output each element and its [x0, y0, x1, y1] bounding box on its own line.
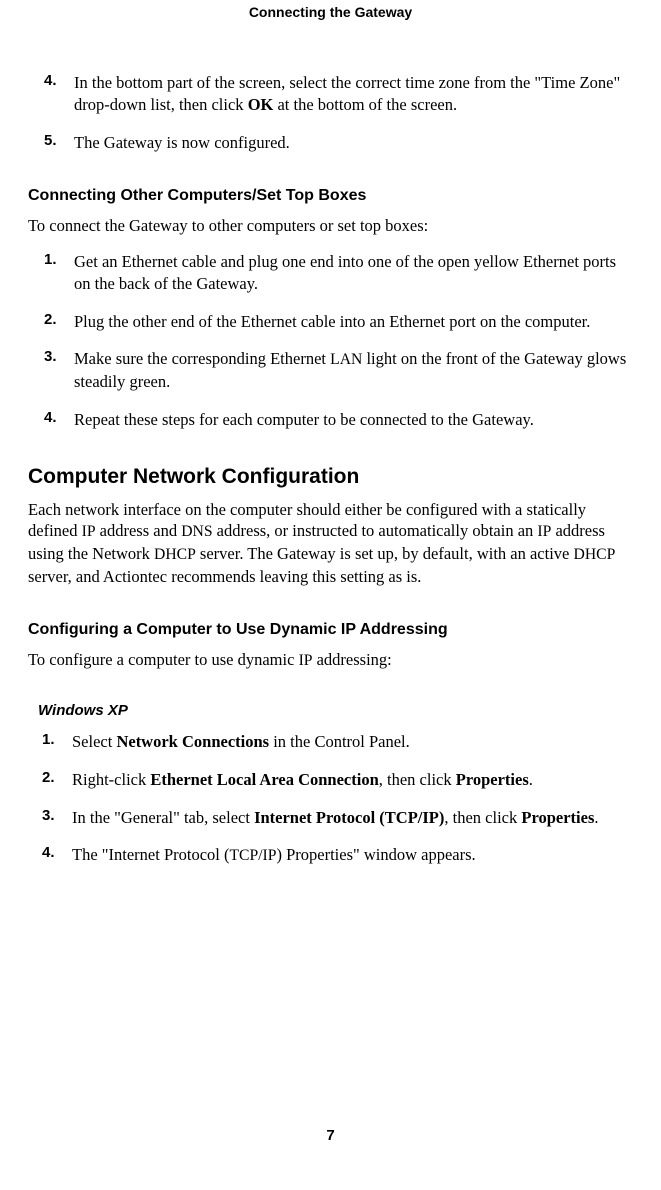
- list-item: 4. Repeat these steps for each computer …: [40, 409, 633, 431]
- section-heading-dynamic-ip: Configuring a Computer to Use Dynamic IP…: [28, 621, 633, 639]
- list-item: 2. Right-click Ethernet Local Area Conne…: [38, 769, 633, 791]
- step-text: Repeat these steps for each computer to …: [74, 409, 633, 431]
- list-item: 5. The Gateway is now configured.: [40, 132, 633, 154]
- winxp-steps-list: 1. Select Network Connections in the Con…: [28, 731, 633, 867]
- page-number: 7: [0, 1127, 661, 1144]
- step-number: 2.: [40, 311, 74, 333]
- step-number: 4.: [38, 844, 72, 867]
- step-number: 2.: [38, 769, 72, 791]
- step-number: 4.: [40, 72, 74, 116]
- step-text: The "Internet Protocol (TCP/IP) Properti…: [72, 844, 633, 867]
- list-item: 2. Plug the other end of the Ethernet ca…: [40, 311, 633, 333]
- list-item: 1. Select Network Connections in the Con…: [38, 731, 633, 753]
- section-heading-connecting-other: Connecting Other Computers/Set Top Boxes: [28, 187, 633, 205]
- list-item: 3. In the "General" tab, select Internet…: [38, 807, 633, 829]
- winxp-heading: Windows XP: [28, 702, 633, 719]
- top-steps-list: 4. In the bottom part of the screen, sel…: [28, 72, 633, 153]
- section-intro: To connect the Gateway to other computer…: [28, 215, 633, 237]
- step-number: 3.: [40, 348, 74, 392]
- step-number: 3.: [38, 807, 72, 829]
- list-item: 1. Get an Ethernet cable and plug one en…: [40, 251, 633, 295]
- main-heading-computer-network: Computer Network Configuration: [28, 465, 633, 489]
- list-item: 4. In the bottom part of the screen, sel…: [40, 72, 633, 116]
- step-text: Plug the other end of the Ethernet cable…: [74, 311, 633, 333]
- step-number: 5.: [40, 132, 74, 154]
- step-text: The Gateway is now configured.: [74, 132, 633, 154]
- section1-steps-list: 1. Get an Ethernet cable and plug one en…: [28, 251, 633, 431]
- page-header: Connecting the Gateway: [28, 0, 633, 72]
- step-number: 1.: [38, 731, 72, 753]
- step-text: Select Network Connections in the Contro…: [72, 731, 633, 753]
- main-paragraph: Each network interface on the computer s…: [28, 499, 633, 588]
- step-text: Make sure the corresponding Ethernet LAN…: [74, 348, 633, 392]
- step-text: Get an Ethernet cable and plug one end i…: [74, 251, 633, 295]
- step-text: In the "General" tab, select Internet Pr…: [72, 807, 633, 829]
- list-item: 3. Make sure the corresponding Ethernet …: [40, 348, 633, 392]
- step-number: 4.: [40, 409, 74, 431]
- list-item: 4. The "Internet Protocol (TCP/IP) Prope…: [38, 844, 633, 867]
- step-text: In the bottom part of the screen, select…: [74, 72, 633, 116]
- section2-intro: To configure a computer to use dynamic I…: [28, 649, 633, 672]
- step-text: Right-click Ethernet Local Area Connecti…: [72, 769, 633, 791]
- step-number: 1.: [40, 251, 74, 295]
